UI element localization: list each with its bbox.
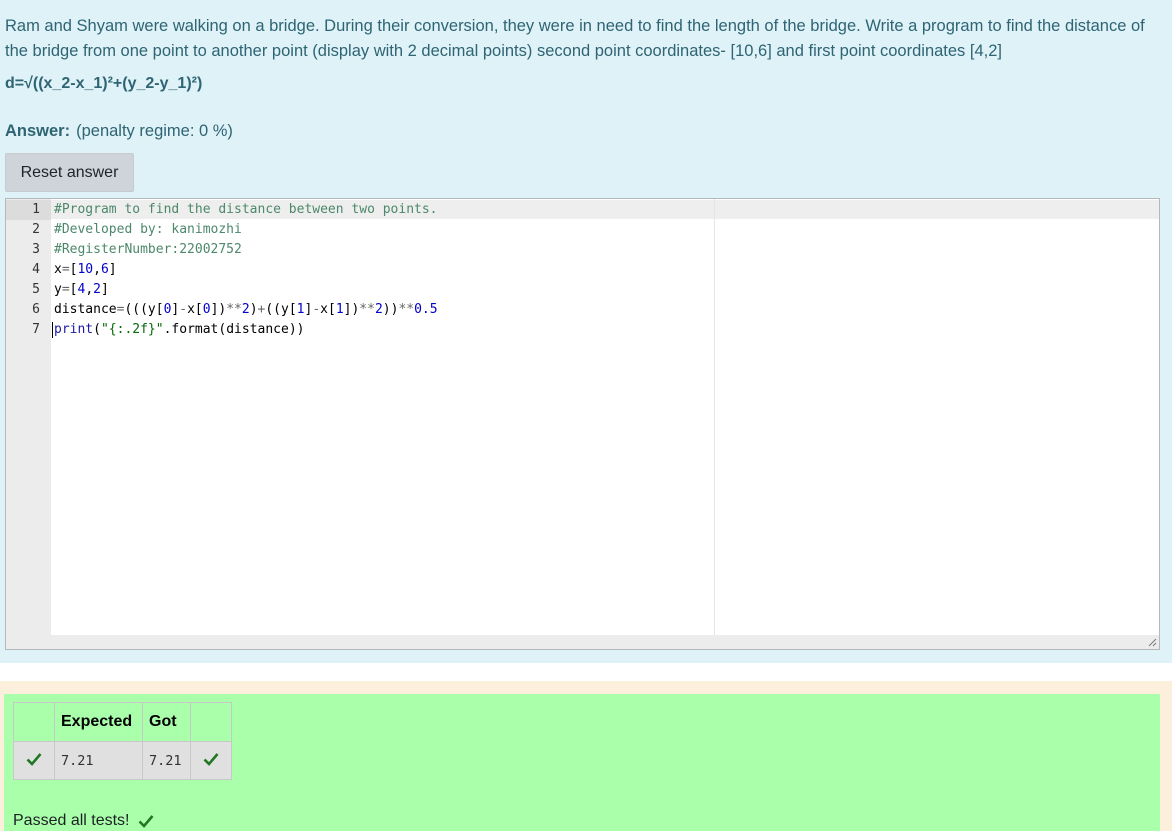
code-line[interactable]: #Developed by: kanimozhi [54,220,242,240]
row-status [13,741,55,780]
check-icon [138,815,153,828]
reset-answer-button[interactable]: Reset answer [5,153,134,192]
expected-value: 7.21 [54,741,143,780]
penalty-regime: (penalty regime: 0 %) [76,122,233,140]
print-margin [714,199,715,635]
got-header: Got [142,702,191,742]
got-value: 7.21 [142,741,191,780]
code-editor[interactable]: 1 2 3 4 5 6 7 #Program to find the dista… [5,198,1160,650]
code-line[interactable]: distance=(((y[0]-x[0])**2)+((y[1]-x[1])*… [54,300,438,320]
line-number: 1 [6,200,51,220]
code-line[interactable]: print("{:.2f}".format(distance)) [54,320,304,340]
line-number: 6 [32,302,40,317]
code-line[interactable]: x=[10,6] [54,260,117,280]
test-results: Expected Got 7.21 7.21 Passed all tests! [4,694,1160,831]
table-row: 7.21 7.21 [13,741,232,780]
results-table: Expected Got 7.21 7.21 [13,702,232,780]
question-text: Ram and Shyam were walking on a bridge. … [5,17,1145,60]
results-header-row: Expected Got [13,702,232,742]
expected-header: Expected [54,702,143,742]
code-line[interactable]: #RegisterNumber:22002752 [54,240,242,260]
passed-text: Passed all tests! [13,812,130,829]
row-result [190,741,232,780]
editor-bottom-bar [6,635,1159,649]
line-number: 5 [32,282,40,297]
result-panel: Expected Got 7.21 7.21 Passed all tests! [0,681,1172,831]
passed-message: Passed all tests! [13,812,154,830]
answer-label: Answer: [5,122,71,140]
code-line[interactable]: y=[4,2] [54,280,109,300]
check-icon [203,752,219,766]
line-number: 3 [32,242,40,257]
status-header [13,702,55,742]
line-number: 7 [32,322,40,337]
answer-header: Answer: (penalty regime: 0 %) [5,122,233,141]
result-header [190,702,232,742]
code-line[interactable]: #Program to find the distance between tw… [54,200,438,220]
resize-handle-icon[interactable] [1147,637,1157,647]
distance-formula: d=√((x_2-x_1)²+(y_2-y_1)²) [5,75,203,92]
check-icon [26,752,42,766]
line-number: 2 [32,222,40,237]
text-cursor [52,322,53,338]
line-number: 4 [32,262,40,277]
question-panel: Ram and Shyam were walking on a bridge. … [0,0,1172,663]
